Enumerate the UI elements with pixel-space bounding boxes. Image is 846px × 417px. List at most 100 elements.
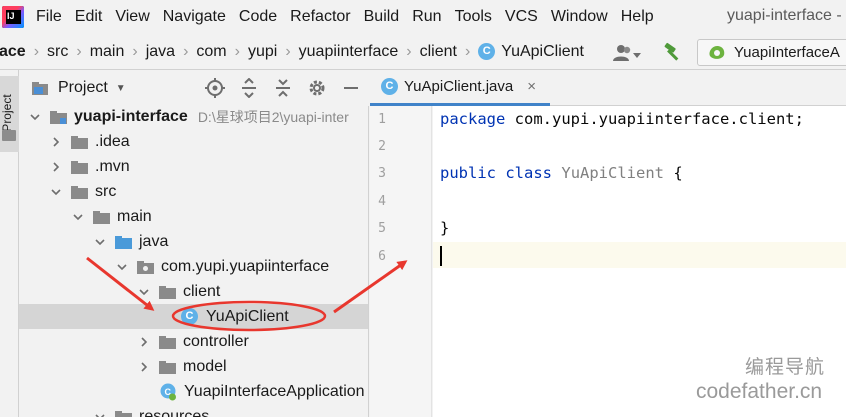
chevron-down-icon[interactable] [94,236,106,248]
chevron-down-icon[interactable] [72,211,84,223]
tree-item-resources[interactable]: resources [19,404,368,417]
tree-item-model[interactable]: model [19,354,368,379]
close-icon[interactable]: × [527,78,536,95]
menu-navigate[interactable]: Navigate [163,8,226,26]
breadcrumb-item-yupi[interactable]: yupi [248,43,277,61]
settings-gear-icon[interactable] [307,78,327,98]
tree-item-mvn[interactable]: .mvn [19,154,368,179]
tree-item-java[interactable]: java [19,229,368,254]
folder-icon [93,210,110,224]
user-icon[interactable] [612,44,642,62]
code-line-3: public class YuApiClient { [440,164,683,182]
line-number: 3 [378,166,386,181]
project-view-selector[interactable]: Project [58,79,108,97]
locate-file-icon[interactable] [205,78,225,98]
expand-all-icon[interactable] [239,78,259,98]
tab-yuapiclient-java[interactable]: C YuApiClient.java × [370,70,550,106]
chevron-down-icon[interactable] [138,286,150,298]
breadcrumb-item-client[interactable]: client [420,43,457,61]
spring-boot-icon [709,45,725,59]
java-class-icon: C [478,43,496,60]
chevron-right-icon[interactable] [138,336,150,348]
breadcrumb-separator: › [406,42,412,60]
menu-refactor[interactable]: Refactor [290,8,350,26]
line-number: 5 [378,221,386,236]
tree-item-label: java [139,232,169,250]
chevron-down-icon[interactable] [50,186,62,198]
tree-item-package[interactable]: com.yupi.yuapiinterface [19,254,368,279]
folder-icon [71,135,88,149]
breadcrumb-separator: › [464,42,471,60]
breadcrumb-item-yuapiinterface[interactable]: yuapiinterface [299,43,399,61]
breadcrumb-separator: › [183,42,189,60]
current-line-highlight [433,242,846,268]
breadcrumb-item-yuapiclient[interactable]: C YuApiClient [478,43,584,61]
breadcrumb-item-project[interactable]: ace [0,43,26,61]
code-text: } [440,219,450,237]
tree-item-label: main [117,207,152,225]
spring-app-class-icon: C [160,383,176,400]
watermark-text: 编程导航 [745,357,826,378]
folder-icon [159,335,176,349]
collapse-all-icon[interactable] [273,78,293,98]
chevron-right-icon[interactable] [50,161,62,173]
chevron-right-icon[interactable] [138,361,150,373]
project-tree: yuapi-interface D:\星球项目2\yuapi-inter .id… [19,106,369,417]
run-configuration-label: YuapiInterfaceA [734,44,840,61]
menu-window[interactable]: Window [551,8,608,26]
text-caret [440,246,442,266]
tree-item-application[interactable]: C YuapiInterfaceApplication [19,379,368,404]
folder-icon [71,185,88,199]
menu-build[interactable]: Build [364,8,400,26]
breadcrumb-separator: › [33,42,40,60]
tree-item-yuapiclient[interactable]: C YuApiClient [19,304,368,329]
line-number: 4 [378,194,386,209]
code-text: { [664,164,683,182]
breadcrumb-item-com[interactable]: com [196,43,226,61]
tree-item-controller[interactable]: controller [19,329,368,354]
tree-item-client[interactable]: client [19,279,368,304]
menu-view[interactable]: View [115,8,149,26]
tree-item-project-root[interactable]: yuapi-interface D:\星球项目2\yuapi-inter [19,106,368,129]
breadcrumb-item-src[interactable]: src [47,43,68,61]
chevron-down-icon[interactable] [29,111,41,123]
menu-tools[interactable]: Tools [455,8,492,26]
code-keyword: class [505,164,553,182]
breadcrumb-item-java[interactable]: java [146,43,175,61]
hide-panel-icon[interactable] [341,78,361,98]
tree-item-label: .mvn [95,157,130,175]
menu-file[interactable]: File [36,8,62,26]
line-number: 1 [378,112,386,127]
module-folder-icon [50,110,67,124]
code-keyword: public [440,164,496,182]
tree-item-label: model [183,357,227,375]
chevron-down-icon[interactable]: ▼ [116,83,126,94]
tree-item-label: yuapi-interface [74,107,188,125]
menu-vcs[interactable]: VCS [505,8,538,26]
line-number: 6 [378,249,386,264]
folder-icon [71,160,88,174]
menu-help[interactable]: Help [621,8,654,26]
run-configuration-selector[interactable]: YuapiInterfaceA [697,39,846,66]
chevron-down-icon[interactable] [116,261,128,273]
tree-item-src[interactable]: src [19,179,368,204]
tree-item-label: controller [183,332,249,350]
line-number-gutter: 1 2 3 4 5 6 [370,106,432,417]
chevron-down-icon[interactable] [94,411,106,417]
code-line-5: } [440,219,449,237]
line-number: 2 [378,139,386,154]
code-line-1: package com.yupi.yuapiinterface.client; [440,110,804,128]
chevron-right-icon[interactable] [50,136,62,148]
tree-item-label: src [95,182,117,200]
tree-item-label: .idea [95,132,130,150]
tree-item-idea[interactable]: .idea [19,129,368,154]
breadcrumb-item-main[interactable]: main [90,43,125,61]
code-class-name: YuApiClient [561,164,665,182]
menu-edit[interactable]: Edit [75,8,103,26]
menu-code[interactable]: Code [239,8,277,26]
editor-tab-bar: C YuApiClient.java × [370,70,846,106]
build-hammer-icon[interactable] [662,42,684,62]
tree-item-main[interactable]: main [19,204,368,229]
tree-item-label: YuapiInterfaceApplication [184,382,365,400]
menu-run[interactable]: Run [412,8,441,26]
